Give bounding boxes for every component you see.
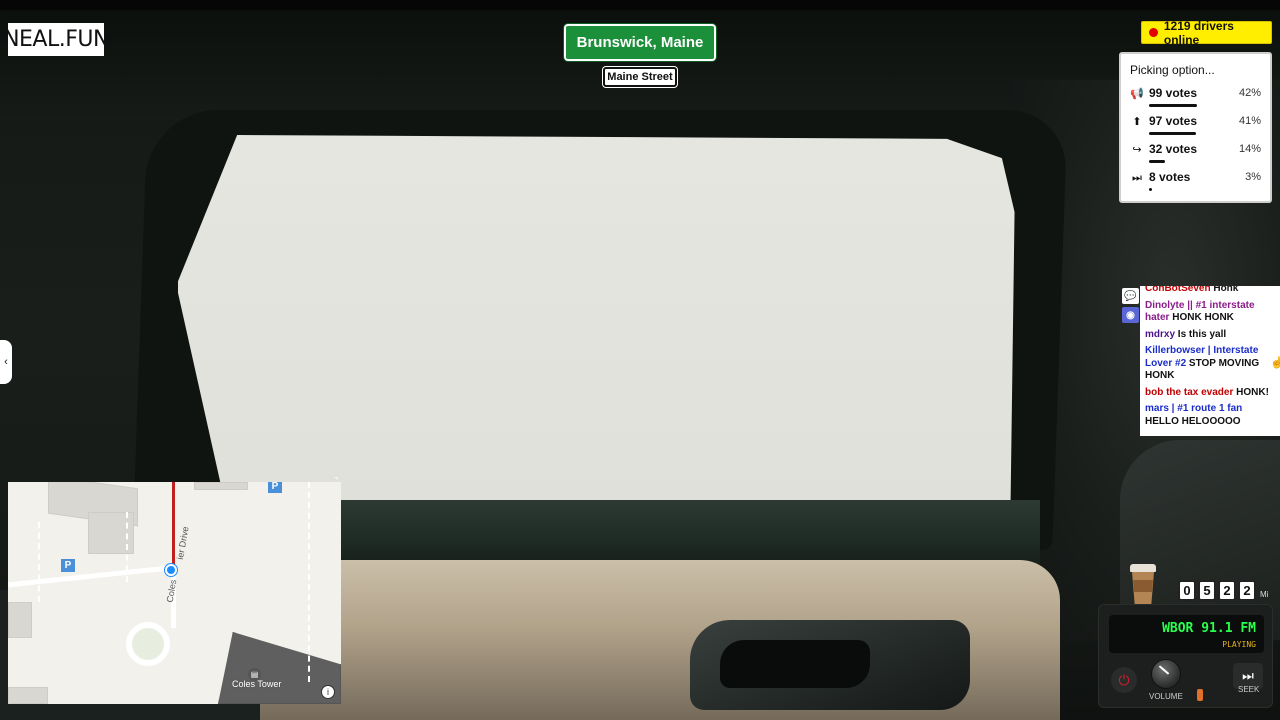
odometer-digit: 2 bbox=[1218, 580, 1236, 601]
chat-username: bob the tax evader bbox=[1145, 386, 1234, 398]
parking-icon: P bbox=[268, 482, 282, 493]
vote-percent: 42% bbox=[1238, 87, 1261, 99]
discord-icon[interactable]: ◉ bbox=[1122, 307, 1139, 323]
coffee-cup-icon[interactable] bbox=[1130, 564, 1156, 604]
radio-status: PLAYING bbox=[1222, 640, 1256, 649]
vote-percent: 14% bbox=[1238, 143, 1261, 155]
odometer: 0 5 2 2 Mi bbox=[1178, 580, 1268, 601]
vote-bar bbox=[1149, 104, 1197, 107]
vote-count: 99 votes bbox=[1149, 86, 1198, 100]
odometer-digit: 2 bbox=[1238, 580, 1256, 601]
chat-message: mdrxy Is this yall bbox=[1145, 329, 1276, 342]
parking-icon: P bbox=[61, 559, 75, 572]
chat-text: Is this yall bbox=[1177, 328, 1227, 340]
street-sign: Maine Street bbox=[603, 67, 677, 87]
live-dot-icon bbox=[1149, 28, 1158, 37]
chevron-left-icon[interactable]: ‹ bbox=[0, 340, 12, 384]
map-poi-label: Coles Tower bbox=[232, 679, 282, 689]
drivers-online-badge: 1219 drivers online bbox=[1141, 18, 1272, 47]
arrow-up-icon: ⬆ bbox=[1132, 116, 1142, 128]
horn-icon: 📢 bbox=[1130, 88, 1144, 100]
window-glass bbox=[178, 135, 1015, 520]
volume-knob[interactable] bbox=[1151, 659, 1181, 689]
car-radio: WBOR 91.1 FM PLAYING ⏻ VOLUME ⏭ SEEK bbox=[1098, 604, 1273, 708]
vote-option-horn[interactable]: 📢 99 votes 42% bbox=[1130, 85, 1261, 113]
chat-text: HONK HONK bbox=[1172, 312, 1234, 323]
map-building bbox=[8, 602, 32, 638]
chat-message: Dinolyte || #1 interstate hater HONK HON… bbox=[1145, 300, 1276, 325]
chat-message: ConBotSeven Honk bbox=[1145, 286, 1276, 296]
top-edge-bar bbox=[0, 0, 1280, 10]
neal-fun-logo[interactable]: NEAL.FUN bbox=[3, 23, 109, 56]
map-road-label: Coles bbox=[164, 578, 179, 604]
turn-icon: ↪ bbox=[1132, 144, 1142, 156]
volume-label: VOLUME bbox=[1149, 692, 1183, 701]
map-building bbox=[8, 687, 48, 704]
chat-tabs: 💬 ◉ bbox=[1122, 288, 1140, 328]
radio-display: WBOR 91.1 FM PLAYING bbox=[1109, 615, 1264, 653]
skip-icon: ⏭ bbox=[1132, 172, 1142, 184]
chat-text: HONK! bbox=[1236, 386, 1269, 398]
odometer-digit: 0 bbox=[1178, 580, 1196, 601]
vote-count: 32 votes bbox=[1149, 142, 1198, 156]
vote-option-forward[interactable]: ⬆ 97 votes 41% bbox=[1130, 113, 1261, 141]
vote-panel-title: Picking option... bbox=[1130, 63, 1215, 77]
vote-percent: 3% bbox=[1245, 171, 1261, 183]
odometer-unit: Mi bbox=[1260, 590, 1269, 599]
city-sign: Brunswick, Maine bbox=[564, 24, 716, 61]
chat-username: mdrxy bbox=[1145, 328, 1176, 340]
expand-map-icon[interactable]: ⌝ bbox=[334, 476, 344, 486]
chat-message: Killerbowser | Interstate Lover #2 STOP … bbox=[1145, 345, 1276, 383]
power-button-icon[interactable]: ⏻ bbox=[1111, 667, 1137, 693]
door-handle-recess bbox=[720, 640, 870, 688]
vote-count: 8 votes bbox=[1149, 170, 1191, 184]
drivers-online-text: 1219 drivers online bbox=[1163, 18, 1234, 47]
chat-panel[interactable]: ConBotSeven Honk Dinolyte || #1 intersta… bbox=[1140, 286, 1280, 436]
vote-option-turn[interactable]: ↪ 32 votes 14% bbox=[1130, 141, 1261, 169]
map-roundabout bbox=[126, 622, 170, 666]
vote-panel: Picking option... 📢 99 votes 42% ⬆ 97 vo… bbox=[1119, 52, 1272, 203]
vote-bar bbox=[1149, 160, 1165, 163]
vote-percent: 41% bbox=[1238, 115, 1261, 127]
current-location-pin bbox=[165, 564, 177, 576]
chat-username: ConBotSeven bbox=[1145, 286, 1211, 294]
vote-option-skip[interactable]: ⏭ 8 votes 3% bbox=[1130, 169, 1261, 197]
chat-message: bob the tax evader HONK! bbox=[1145, 387, 1276, 400]
radio-station: WBOR 91.1 FM bbox=[1162, 621, 1256, 636]
map-building bbox=[194, 482, 248, 490]
odometer-digit: 5 bbox=[1198, 580, 1216, 601]
minimap[interactable]: P P ier Drive Coles ▤ Coles Tower i bbox=[8, 482, 341, 704]
map-road-label: ier Drive bbox=[174, 525, 191, 561]
volume-meter bbox=[1197, 689, 1203, 701]
chat-message: mars | #1 route 1 fan HELLO HELOOOOO bbox=[1145, 403, 1276, 428]
info-icon[interactable]: i bbox=[321, 685, 335, 699]
vote-count: 97 votes bbox=[1149, 114, 1198, 128]
chat-username: mars | #1 route 1 fan bbox=[1145, 403, 1243, 414]
chat-text: HELLO HELOOOOO bbox=[1145, 415, 1241, 427]
vote-bar bbox=[1149, 132, 1196, 135]
vote-bar bbox=[1149, 188, 1153, 191]
map-road bbox=[8, 565, 168, 588]
chat-text: Honk bbox=[1213, 286, 1239, 294]
skip-forward-icon: ⏭ bbox=[1242, 668, 1254, 683]
seek-label: SEEK bbox=[1238, 685, 1260, 694]
hand-cursor-icon: ☝ bbox=[1270, 357, 1280, 369]
chat-bubble-icon[interactable]: 💬 bbox=[1122, 288, 1139, 304]
